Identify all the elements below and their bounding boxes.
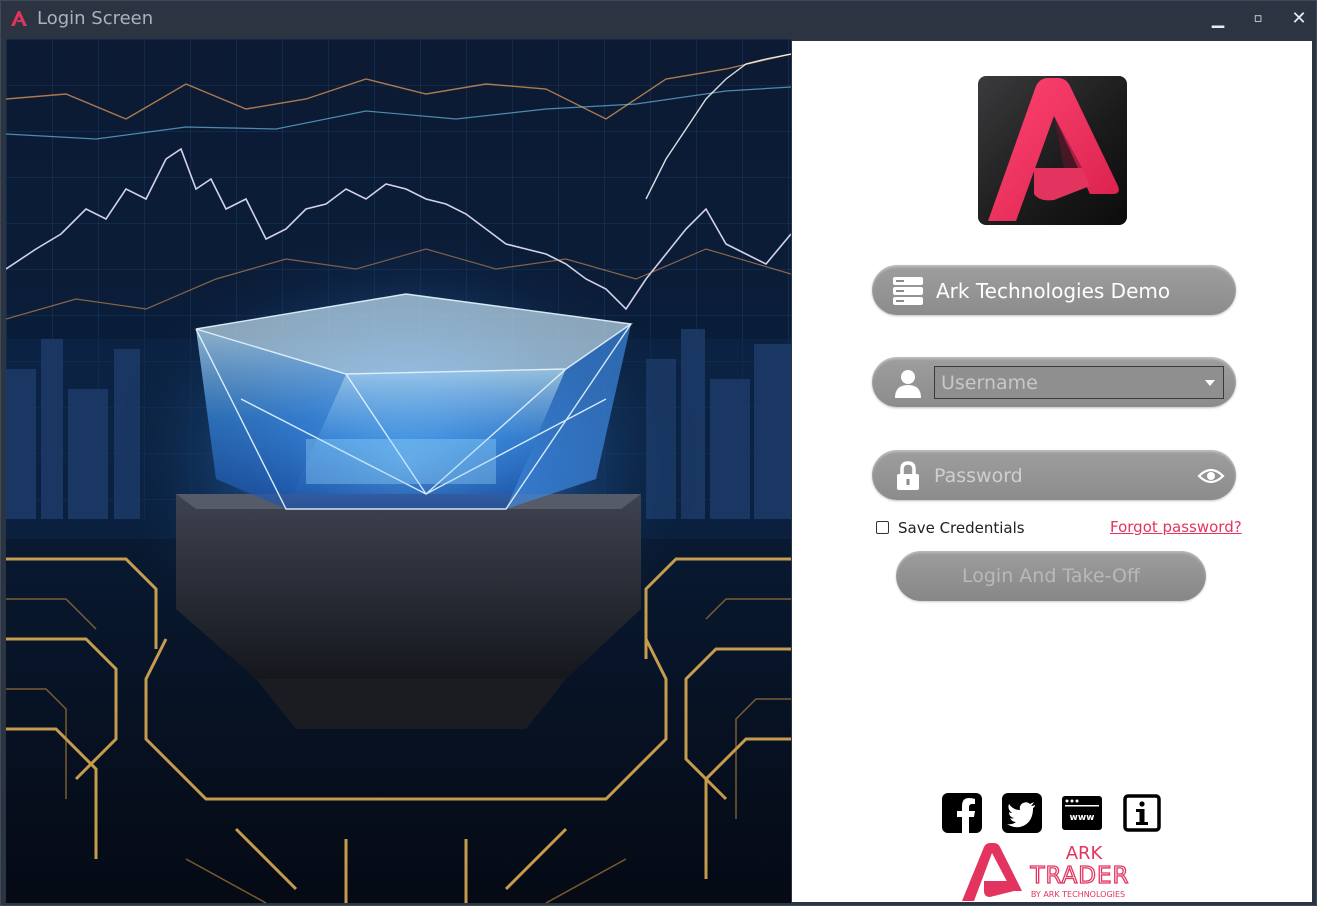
svg-text:www: www — [1070, 813, 1095, 823]
save-credentials-checkbox[interactable] — [876, 521, 889, 534]
server-name: Ark Technologies Demo — [936, 279, 1171, 303]
maximize-button[interactable]: ▫ — [1240, 5, 1276, 33]
ark-trader-logo: ARK TRADER BY ARK TECHNOLOGIES — [962, 843, 1129, 901]
user-icon — [895, 370, 921, 398]
password-pill — [872, 450, 1236, 500]
password-input[interactable] — [928, 459, 1200, 492]
ark-logo — [978, 76, 1127, 225]
login-window: Login Screen ▁ ▫ ✕ Ark Technologies Demo… — [0, 0, 1317, 906]
close-button[interactable]: ✕ — [1281, 5, 1317, 33]
title-bar[interactable]: Login Screen ▁ ▫ ✕ — [1, 1, 1316, 37]
info-icon[interactable] — [1122, 793, 1162, 833]
eye-icon[interactable] — [1197, 466, 1225, 486]
username-input[interactable] — [935, 367, 1209, 398]
server-icon — [893, 277, 923, 305]
ark-logo-icon — [988, 78, 1119, 221]
facebook-icon[interactable] — [942, 793, 982, 833]
login-panel: Ark Technologies Demo Username Save Cred… — [792, 41, 1312, 902]
twitter-icon[interactable] — [1002, 793, 1042, 833]
server-selector[interactable]: Ark Technologies Demo — [872, 265, 1236, 315]
brand-line-1: ARK — [1066, 843, 1104, 864]
forgot-password-link[interactable]: Forgot password? — [1110, 518, 1242, 536]
chevron-down-icon[interactable] — [1205, 380, 1215, 386]
minimize-button[interactable]: ▁ — [1200, 5, 1236, 33]
login-button[interactable]: Login And Take-Off — [896, 551, 1206, 601]
username-combobox[interactable] — [934, 366, 1224, 399]
brand-line-3: BY ARK TECHNOLOGIES — [1031, 890, 1125, 899]
save-credentials-label[interactable]: Save Credentials — [898, 519, 1025, 537]
brand-line-2: TRADER — [1029, 863, 1129, 889]
username-pill — [872, 357, 1236, 407]
lock-icon — [897, 461, 919, 490]
window-title: Login Screen — [37, 8, 154, 29]
website-icon[interactable]: www — [1062, 793, 1102, 833]
app-logo-icon — [9, 8, 29, 28]
hero-image — [6, 39, 791, 903]
